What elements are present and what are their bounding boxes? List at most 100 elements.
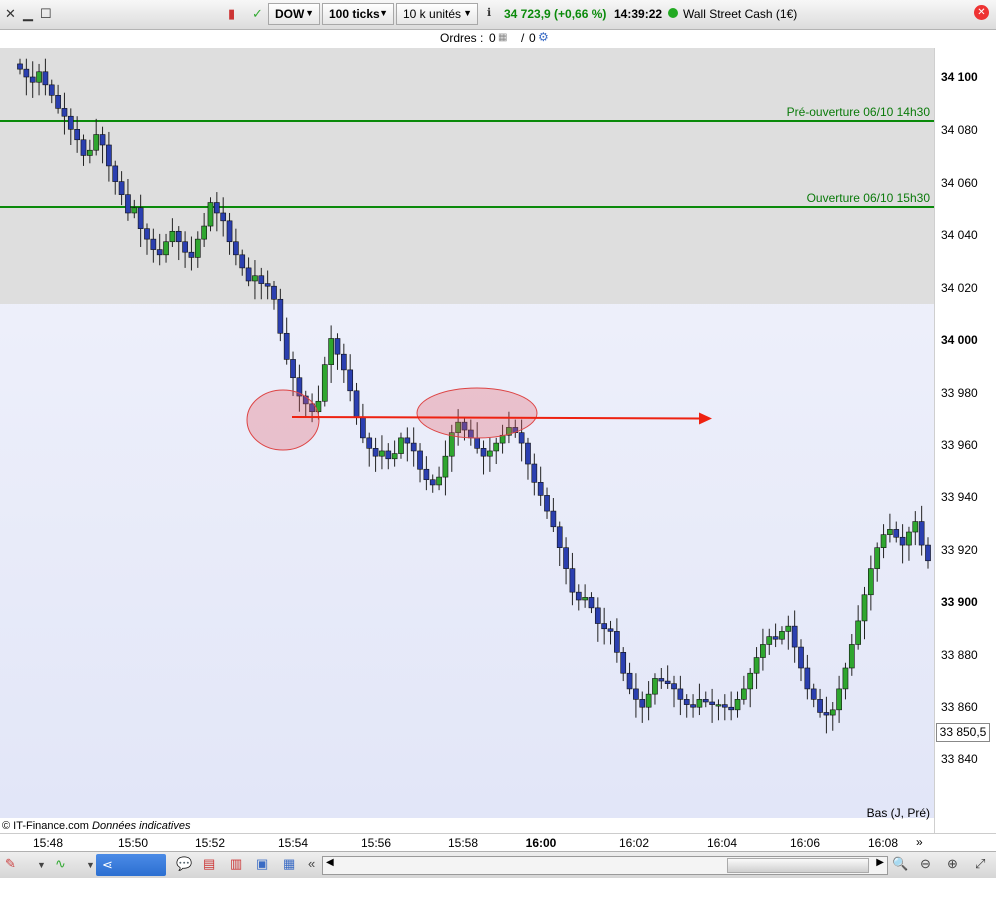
candle-body [366, 437, 373, 449]
symbol-select[interactable]: DOW ▼ [268, 3, 320, 25]
compare-icon[interactable]: ▤ [203, 856, 215, 874]
scroll-left-icon[interactable]: ◀ [326, 857, 334, 868]
candle-body [658, 678, 665, 682]
candle-body [29, 76, 36, 83]
candle-body [207, 202, 214, 227]
scroll-right-icon[interactable]: » [916, 835, 923, 849]
candle-body [772, 636, 779, 640]
candle-body [480, 448, 487, 457]
zoom-fit-icon[interactable]: 🔍 [892, 856, 908, 874]
candle-body [169, 230, 176, 243]
minimize-icon[interactable]: ▁ [23, 6, 33, 22]
candle-body [487, 450, 493, 457]
arrow-head-icon [699, 412, 712, 425]
candle-body [823, 712, 830, 716]
info-icon[interactable]: ℹ [487, 6, 491, 19]
candle-body [404, 437, 411, 444]
highlight-ellipse[interactable] [246, 389, 320, 451]
candle-body [817, 699, 823, 713]
candle-body [385, 450, 392, 460]
close-icon[interactable]: ✕ [5, 6, 16, 22]
candle-body [87, 149, 93, 156]
chevron-down-icon[interactable]: ▼ [86, 860, 95, 878]
time-scrollbar[interactable]: ◀ ▶ [322, 856, 888, 875]
scroll-right-icon[interactable]: ▶ [876, 857, 884, 868]
quote-time: 14:39:22 [614, 7, 663, 21]
quantity-select[interactable]: 10 k unités ▼ [396, 3, 478, 25]
candle-body [633, 688, 639, 700]
candle-body [747, 672, 754, 690]
status-dot-icon [668, 8, 678, 18]
candle-body [544, 495, 550, 512]
interval-value: 100 ticks [329, 7, 380, 21]
candle-body [912, 521, 919, 533]
candle-body [721, 704, 728, 708]
candle-body [175, 230, 182, 243]
close-chart-icon[interactable]: ✕ [974, 5, 989, 20]
y-tick: 33 880 [941, 648, 978, 662]
candle-body [639, 699, 646, 708]
data-source: © IT-Finance.com Données indicatives [2, 820, 190, 832]
candle-body [144, 228, 150, 240]
candle-body [620, 651, 627, 674]
y-tick: 34 080 [941, 123, 978, 137]
scroll-left-fast-icon[interactable]: « [308, 856, 315, 874]
layout-icon[interactable]: ▥ [230, 856, 242, 874]
scrollbar-thumb[interactable] [727, 858, 869, 873]
chevron-down-icon: ▼ [463, 8, 472, 18]
candle-body [156, 249, 163, 256]
candle-body [645, 693, 652, 708]
y-tick: 33 840 [941, 752, 978, 766]
y-tick: 34 020 [941, 281, 978, 295]
time-axis: 15:48 15:50 15:52 15:54 15:56 15:58 16:0… [0, 833, 996, 852]
y-tick: 33 980 [941, 386, 978, 400]
candle-body [360, 416, 366, 439]
orders-list-icon[interactable]: ▦ [498, 32, 507, 43]
indicator-icon[interactable]: ∿ [55, 856, 66, 874]
candle-body [61, 108, 68, 117]
chat-icon[interactable]: 💬 [176, 856, 192, 874]
candle-body [417, 450, 423, 470]
candle-body [906, 531, 912, 546]
price-axis: 34 100 34 080 34 060 34 040 34 020 34 00… [934, 48, 996, 833]
arrow-line[interactable] [291, 415, 701, 420]
candle-body [690, 704, 696, 708]
y-tick: 33 900 [941, 595, 978, 609]
candle-body [252, 275, 258, 282]
zoom-out-icon[interactable]: ⊖ [920, 856, 931, 874]
candle-body [74, 129, 80, 141]
candle-body [379, 450, 385, 457]
share-button[interactable]: ⋖ Partager [96, 854, 166, 894]
candlestick-plot[interactable] [0, 48, 934, 818]
highlight-ellipse[interactable] [416, 387, 538, 439]
candle-body [791, 625, 798, 648]
candle-body [677, 688, 684, 700]
candle-body [880, 534, 887, 548]
low-label: Bas (J, Pré) [866, 806, 930, 820]
candle-body [118, 181, 125, 195]
maximize-icon[interactable]: ☐ [40, 6, 52, 22]
candle-body [493, 442, 500, 452]
candle-body [779, 631, 785, 640]
candlestick-icon[interactable]: ▮ [228, 6, 235, 22]
chevron-down-icon: ▼ [305, 8, 314, 18]
zoom-reset-icon[interactable]: ⤢ [975, 856, 985, 874]
drawing-tool-icon[interactable]: ✎ [5, 856, 16, 874]
candle-body [829, 709, 836, 716]
screenshot-icon[interactable]: ▦ [283, 856, 295, 874]
gear-icon[interactable]: ⚙ [538, 30, 549, 44]
candle-body [163, 241, 169, 256]
window-icon[interactable]: ▣ [256, 856, 268, 874]
y-tick: 33 940 [941, 490, 978, 504]
y-tick: 33 960 [941, 438, 978, 452]
candle-body [785, 625, 792, 632]
candle-body [550, 510, 557, 528]
interval-select[interactable]: 100 ticks ▼ [322, 3, 394, 25]
chevron-down-icon[interactable]: ▼ [37, 860, 46, 878]
share-icon: ⋖ [102, 857, 113, 872]
zoom-in-icon[interactable]: ⊕ [947, 856, 958, 874]
quantity-value: 10 k unités [403, 7, 462, 21]
alert-icon[interactable]: ✓ [252, 6, 263, 22]
candle-body [868, 568, 874, 596]
y-tick: 33 920 [941, 543, 978, 557]
